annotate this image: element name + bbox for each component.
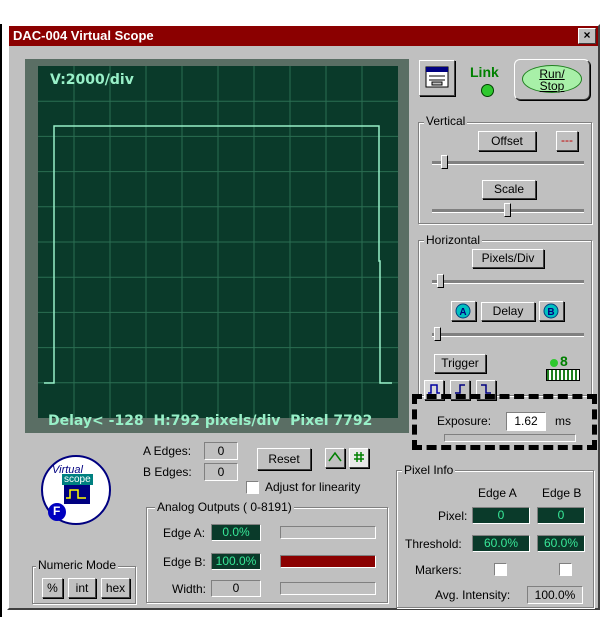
peak-icon	[328, 451, 342, 462]
grid-icon	[354, 452, 364, 462]
b-right-icon: B	[543, 303, 559, 319]
scale-button[interactable]: Scale	[482, 180, 536, 199]
run-stop-inner: Run/ Stop	[522, 65, 582, 93]
pixel-info-title: Pixel Info	[402, 463, 456, 477]
dialog-icon	[425, 66, 449, 88]
linearity-checkbox[interactable]	[246, 481, 259, 494]
edge-a-output-value: 0.0%	[211, 524, 261, 541]
link-indicator	[481, 84, 494, 97]
linearity-label: Adjust for linearity	[265, 480, 361, 494]
svg-text:B: B	[547, 307, 554, 318]
window-title: DAC-004 Virtual Scope	[13, 28, 154, 43]
logo-line2: scope	[62, 474, 93, 485]
trigger-button[interactable]: Trigger	[434, 354, 486, 373]
percent-mode-button[interactable]: %	[42, 578, 63, 598]
connector-icon	[546, 369, 580, 381]
horizontal-group-title: Horizontal	[424, 233, 483, 247]
numeric-mode-title: Numeric Mode	[36, 558, 119, 572]
pixels-per-div-button[interactable]: Pixels/Div	[472, 249, 544, 268]
offset-slider-track	[432, 161, 584, 165]
offset-extra-button[interactable]: ---	[556, 131, 578, 151]
svg-text:A: A	[459, 307, 466, 318]
edge-b-output-fill	[281, 556, 375, 567]
trigger-led-icon	[550, 359, 558, 367]
delay-slider-thumb[interactable]	[434, 327, 441, 341]
vertical-group-title: Vertical	[424, 114, 468, 128]
waveform-mode-button[interactable]	[325, 448, 345, 468]
edge-a-output-bar	[280, 526, 376, 539]
scope-status-line: Delay< -128 H:792 pixels/div Pixel 7792	[48, 413, 373, 429]
vertical-readout: V:2000/div	[50, 72, 134, 88]
reset-button[interactable]: Reset	[257, 448, 311, 470]
run-stop-button[interactable]: Run/ Stop	[514, 59, 590, 100]
logo-badge: F	[53, 504, 61, 518]
title-bar: DAC-004 Virtual Scope ×	[9, 26, 598, 46]
width-output-value: 0	[211, 580, 261, 597]
pixel-label: Pixel:	[438, 509, 468, 523]
pixel-a-value: 0	[472, 507, 530, 524]
edge-b-output-value: 100.0%	[211, 553, 261, 570]
threshold-label: Threshold:	[405, 537, 462, 551]
threshold-b-value: 60.0%	[537, 535, 585, 552]
edge-b-output-label: Edge B:	[163, 555, 206, 569]
offset-slider-thumb[interactable]	[441, 155, 448, 169]
markers-label: Markers:	[415, 563, 462, 577]
edge-b-header: Edge B	[542, 486, 582, 500]
pixel-b-value: 0	[537, 507, 585, 524]
a-edges-label: A Edges:	[143, 444, 192, 458]
pixels-slider-track	[432, 280, 584, 284]
delay-button[interactable]: Delay	[481, 302, 535, 321]
avg-intensity-label: Avg. Intensity:	[435, 588, 511, 602]
width-output-bar	[280, 582, 376, 595]
marker-b-checkbox[interactable]	[559, 563, 572, 576]
link-label: Link	[470, 64, 499, 80]
grid-toggle-button[interactable]	[349, 448, 369, 468]
scope-display: V:2000/div Delay< -128 H:792 pixels/div …	[24, 58, 410, 434]
a-edges-value: 0	[204, 442, 238, 460]
offset-button[interactable]: Offset	[478, 131, 536, 151]
marker-a-checkbox[interactable]	[494, 563, 507, 576]
int-mode-button[interactable]: int	[68, 578, 96, 598]
hex-mode-button[interactable]: hex	[101, 578, 130, 598]
delay-a-button[interactable]: A	[451, 301, 476, 321]
settings-dialog-button[interactable]	[419, 60, 455, 96]
pixels-slider-thumb[interactable]	[436, 274, 444, 288]
b-edges-label: B Edges:	[143, 465, 192, 479]
delay-b-button[interactable]: B	[539, 301, 564, 321]
b-edges-value: 0	[204, 463, 238, 481]
threshold-a-value: 60.0%	[472, 535, 530, 552]
exposure-input[interactable]: 1.62	[506, 412, 546, 431]
width-output-label: Width:	[172, 582, 207, 596]
close-button[interactable]: ×	[578, 28, 596, 44]
a-left-icon: A	[455, 303, 471, 319]
edge-a-output-label: Edge A:	[163, 526, 206, 540]
exposure-bar	[444, 434, 576, 442]
edge-a-header: Edge A	[478, 486, 517, 500]
virtualscope-logo: Virtual scope F	[40, 454, 112, 526]
trigger-indicator: 8	[546, 353, 580, 381]
trigger-count: 8	[560, 353, 568, 369]
delay-slider-track	[432, 333, 584, 337]
scope-screen	[25, 59, 409, 433]
avg-intensity-value: 100.0%	[527, 586, 583, 604]
edge-b-output-bar	[280, 555, 376, 568]
analog-outputs-title: Analog Outputs ( 0-8191)	[155, 500, 294, 514]
exposure-label: Exposure:	[437, 414, 492, 428]
exposure-unit: ms	[555, 414, 571, 428]
scale-slider-thumb[interactable]	[504, 203, 511, 217]
left-frame-edge	[0, 24, 2, 617]
